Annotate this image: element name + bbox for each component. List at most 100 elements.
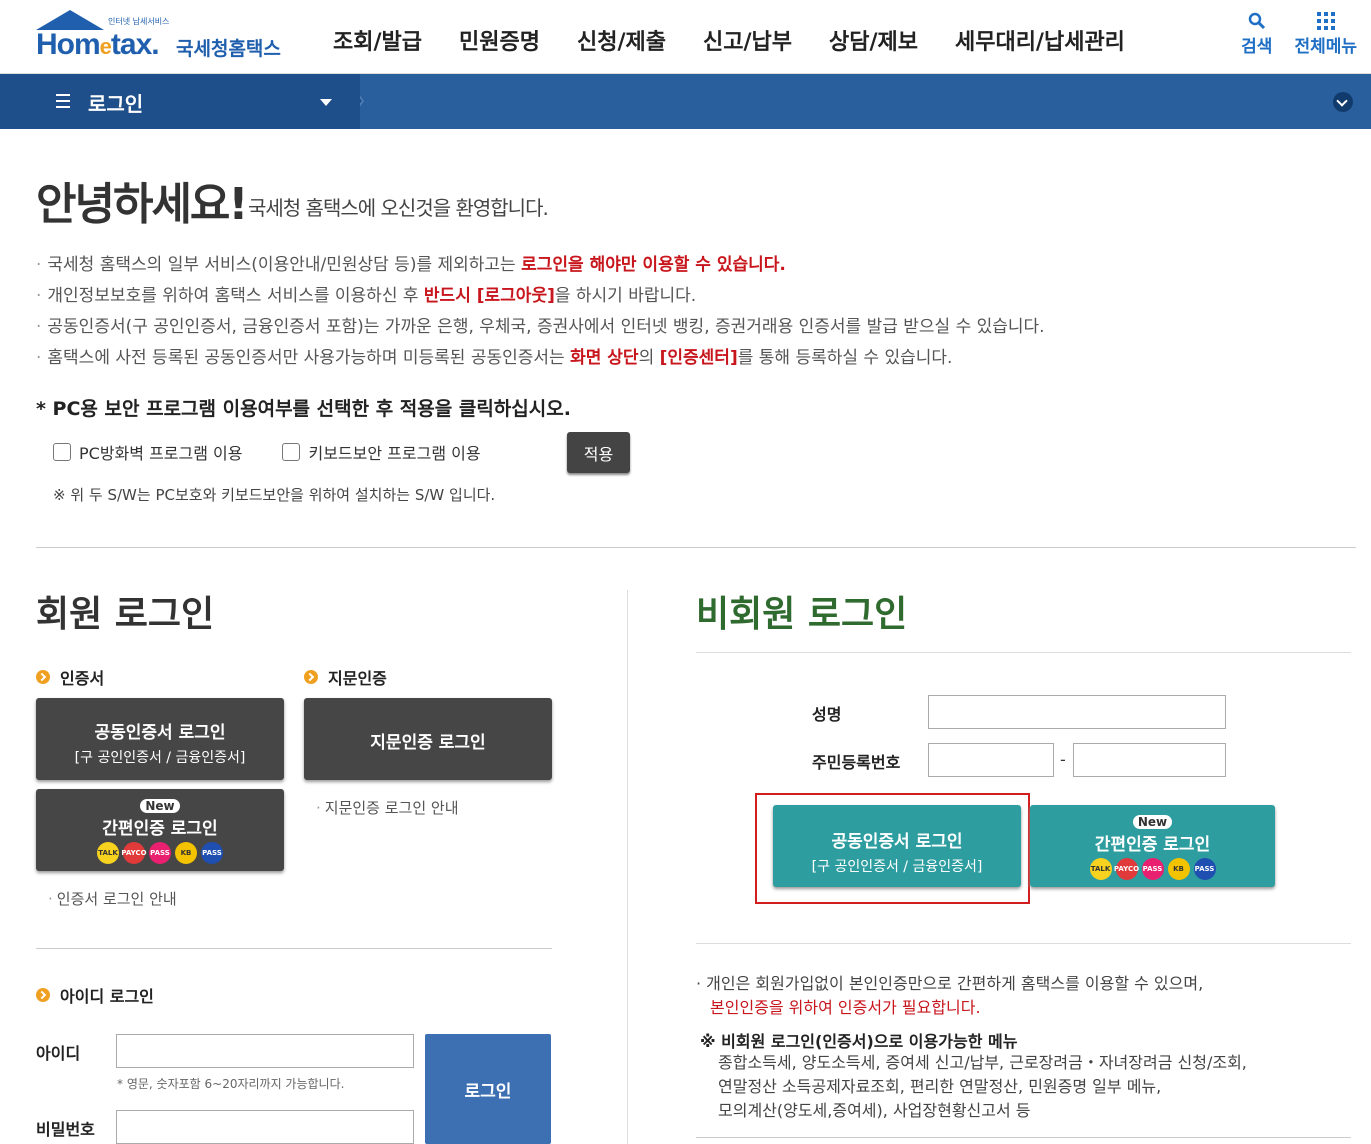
nonmember-bottom-divider — [696, 1137, 1351, 1138]
fingerprint-guide-link[interactable]: 지문인증 로그인 안내 — [316, 797, 459, 818]
location-bar: 로그인 — [0, 74, 1371, 129]
rrn-back-input[interactable] — [1073, 743, 1226, 777]
id-label: 아이디 — [36, 1044, 81, 1063]
member-divider — [36, 948, 552, 949]
payco-icon: PAYCO — [1114, 858, 1139, 880]
member-login-title: 회원 로그인 — [36, 594, 215, 635]
kakao-icon: TALK — [1089, 858, 1112, 880]
rrn-dash: - — [1060, 750, 1066, 769]
pass-icon: PASS — [1141, 858, 1164, 880]
gnb-lookup[interactable]: 조회/발급 — [333, 24, 422, 56]
hamburger-icon — [56, 94, 70, 112]
notice-item: 홈택스에 사전 등록된 공동인증서만 사용가능하며 미등록된 공동인증서는 화면… — [36, 343, 1045, 374]
top-header: 인터넷 납세서비스 Hometax. 국세청홈택스 조회/발급 민원증명 신청/… — [0, 0, 1371, 74]
logo-korean: 국세청홈택스 — [176, 38, 281, 60]
button-sublabel: [구 공인인증서 / 금융인증서] — [74, 750, 246, 766]
fingerprint-login-button[interactable]: 지문인증 로그인 — [304, 698, 552, 780]
auth-provider-icons: TALK PAYCO PASS KB PASS — [1030, 858, 1275, 880]
grid-menu-icon — [1294, 10, 1357, 32]
name-input[interactable] — [928, 695, 1226, 729]
logo-tagline: 인터넷 납세서비스 — [108, 17, 170, 26]
expand-circle-icon[interactable] — [1333, 92, 1353, 112]
keyboard-label[interactable]: 키보드보안 프로그램 이용 — [308, 440, 480, 464]
all-menu-label: 전체메뉴 — [1294, 37, 1357, 57]
global-nav: 조회/발급 민원증명 신청/제출 신고/납부 상담/제보 세무대리/납세관리 — [333, 24, 1162, 56]
firewall-label[interactable]: PC방화벽 프로그램 이용 — [79, 440, 242, 464]
rrn-label: 주민등록번호 — [812, 753, 901, 772]
keyboard-checkbox[interactable] — [282, 443, 301, 461]
arrow-bullet-icon — [36, 988, 50, 1002]
gnb-tax-agent[interactable]: 세무대리/납세관리 — [955, 24, 1125, 56]
notice-list: 국세청 홈택스의 일부 서비스(이용안내/민원상담 등)를 제외하고는 로그인을… — [36, 250, 1045, 374]
section-divider — [36, 547, 1356, 548]
available-menu-list: 종합소득세, 양도소득세, 증여세 신고/납부, 근로장려금・자녀장려금 신청/… — [718, 1051, 1247, 1123]
password-label: 비밀번호 — [36, 1120, 95, 1139]
notice-line: · 개인은 회원가입없이 본인인증만으로 간편하게 홈택스를 이용할 수 있으며… — [696, 974, 1204, 993]
new-badge: New — [1132, 815, 1173, 829]
button-label: 지문인증 로그인 — [370, 733, 486, 753]
apply-button[interactable]: 적용 — [567, 432, 630, 473]
password-input[interactable] — [116, 1110, 414, 1144]
search-button[interactable]: 검색 — [1241, 10, 1272, 57]
top-tools: 검색 전체메뉴 — [1241, 10, 1357, 57]
arrow-bullet-icon — [304, 670, 318, 684]
menu-line: 종합소득세, 양도소득세, 증여세 신고/납부, 근로장려금・자녀장려금 신청/… — [718, 1053, 1247, 1072]
gnb-consult[interactable]: 상담/제보 — [829, 24, 918, 56]
button-label: 공동인증서 로그인 — [94, 723, 226, 743]
security-title: * PC용 보안 프로그램 이용여부를 선택한 후 적용을 클릭하십시오. — [36, 398, 571, 420]
id-input[interactable] — [116, 1034, 414, 1068]
greeting-subtitle: 국세청 홈택스에 오신것을 환영합니다. — [248, 196, 549, 220]
nonmember-login-title: 비회원 로그인 — [696, 594, 908, 635]
notice-line-red: 본인인증을 위하여 인증서가 필요합니다. — [710, 998, 981, 1017]
kakao-icon: TALK — [97, 842, 119, 864]
gnb-certificate[interactable]: 민원증명 — [459, 24, 540, 56]
kb-icon: KB — [175, 842, 197, 864]
security-note: ※ 위 두 S/W는 PC보호와 키보드보안을 위하여 설치하는 S/W 입니다… — [53, 486, 496, 504]
cert-guide-link[interactable]: 인증서 로그인 안내 — [48, 888, 177, 909]
logo-roof-icon — [36, 10, 104, 30]
nonmember-cert-login-button[interactable]: 공동인증서 로그인 [구 공인인증서 / 금융인증서] — [773, 805, 1021, 887]
button-label: 간편인증 로그인 — [102, 819, 218, 839]
nonmember-notice: · 개인은 회원가입없이 본인인증만으로 간편하게 홈택스를 이용할 수 있으며… — [696, 972, 1203, 1020]
search-icon — [1241, 10, 1272, 32]
new-badge: New — [140, 799, 180, 813]
all-menu-button[interactable]: 전체메뉴 — [1294, 10, 1357, 57]
button-label: 공동인증서 로그인 — [831, 832, 963, 852]
nonmember-divider — [696, 652, 1351, 653]
nav-current-menu[interactable]: 로그인 — [0, 74, 360, 129]
security-options: PC방화벽 프로그램 이용 키보드보안 프로그램 이용 — [53, 440, 521, 464]
samsung-pass-icon: PASS — [1193, 858, 1216, 880]
button-sublabel: [구 공인인증서 / 금융인증서] — [811, 859, 983, 875]
fingerprint-heading: 지문인증 — [304, 665, 387, 689]
payco-icon: PAYCO — [121, 842, 147, 864]
button-label: 간편인증 로그인 — [1094, 835, 1211, 855]
id-hint: * 영문, 숫자포함 6~20자리까지 가능합니다. — [117, 1077, 345, 1091]
gnb-apply[interactable]: 신청/제출 — [577, 24, 666, 56]
nav-current-label: 로그인 — [88, 92, 144, 116]
id-login-button[interactable]: 로그인 — [425, 1034, 551, 1144]
member-cert-login-button[interactable]: 공동인증서 로그인 [구 공인인증서 / 금융인증서] — [36, 698, 284, 780]
greeting-title: 안녕하세요! — [36, 179, 248, 230]
gnb-report[interactable]: 신고/납부 — [703, 24, 792, 56]
nonmember-simple-auth-button[interactable]: New 간편인증 로그인 TALK PAYCO PASS KB PASS — [1030, 805, 1275, 887]
notice-item: 국세청 홈택스의 일부 서비스(이용안내/민원상담 등)를 제외하고는 로그인을… — [36, 250, 1045, 281]
id-login-heading: 아이디 로그인 — [36, 983, 154, 1007]
arrow-bullet-icon — [36, 670, 50, 684]
rrn-front-input[interactable] — [928, 743, 1054, 777]
column-divider — [627, 590, 628, 1144]
cert-heading: 인증서 — [36, 665, 104, 689]
member-simple-auth-button[interactable]: New 간편인증 로그인 TALK PAYCO PASS KB PASS — [36, 789, 284, 871]
nonmember-divider-2 — [696, 943, 1351, 944]
auth-provider-icons: TALK PAYCO PASS KB PASS — [36, 842, 284, 864]
kb-icon: KB — [1167, 858, 1190, 880]
menu-line: 연말정산 소득공제자료조회, 편리한 연말정산, 민원증명 일부 메뉴, — [718, 1077, 1162, 1096]
available-menu-title: ※ 비회원 로그인(인증서)으로 이용가능한 메뉴 — [700, 1032, 1018, 1051]
firewall-checkbox[interactable] — [53, 443, 71, 461]
name-label: 성명 — [812, 705, 842, 724]
hometax-logo[interactable]: 인터넷 납세서비스 Hometax. 국세청홈택스 — [36, 8, 286, 68]
search-label: 검색 — [1241, 37, 1273, 57]
samsung-pass-icon: PASS — [201, 842, 223, 864]
nav-arrow — [340, 74, 362, 128]
logo-wordmark: Hometax. — [36, 28, 160, 61]
menu-line: 모의계산(양도세,증여세), 사업장현황신고서 등 — [718, 1101, 1031, 1120]
